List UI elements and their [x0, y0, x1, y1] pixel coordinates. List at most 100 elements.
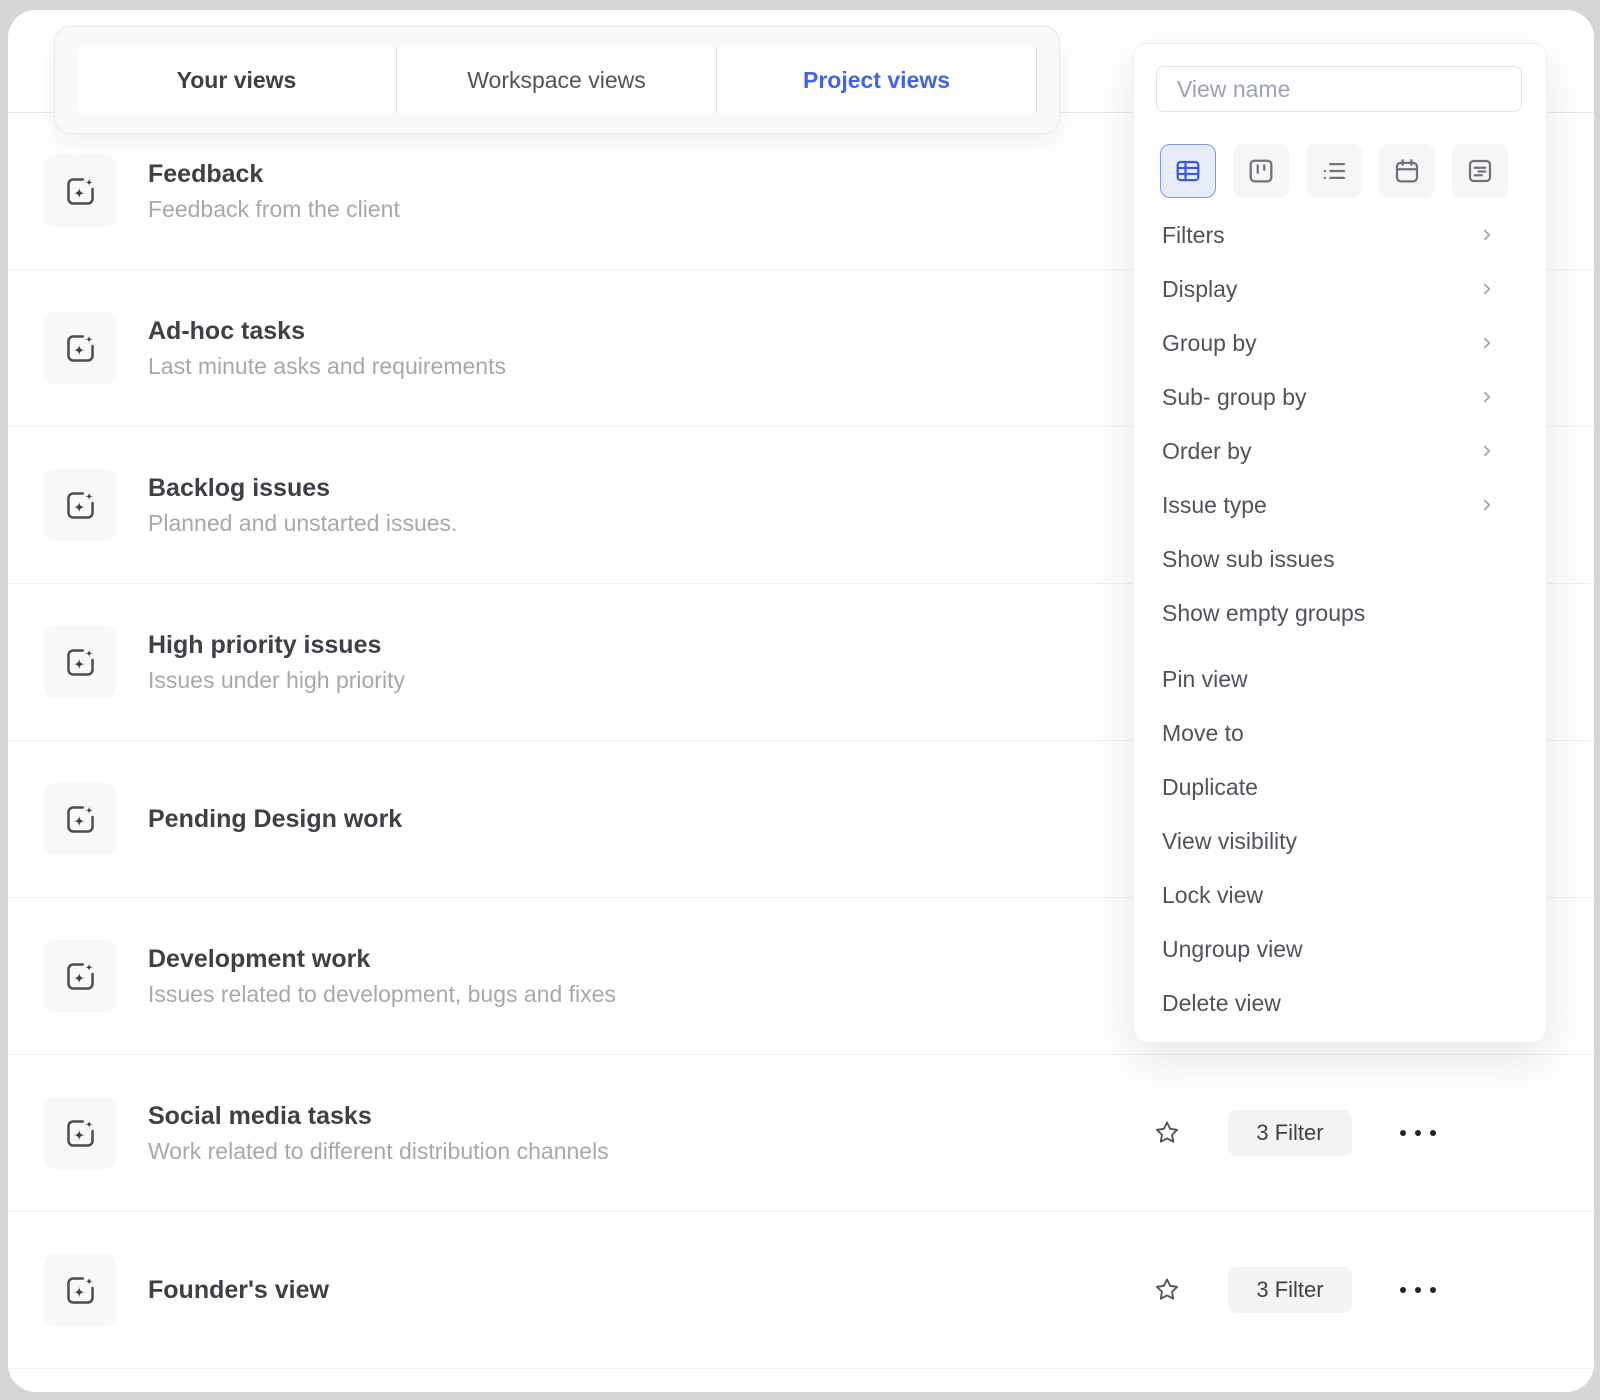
views-tab-bar: Your views Workspace views Project views [54, 26, 1060, 134]
views-page-card: Your views Workspace views Project views [8, 10, 1594, 1392]
chevron-right-icon [1478, 226, 1496, 244]
menu-item[interactable]: Duplicate [1134, 760, 1546, 814]
menu-item-label: Pin view [1162, 666, 1248, 693]
view-row-actions: 3 Filter [1152, 1212, 1438, 1368]
view-tile [44, 312, 116, 384]
view-tile [44, 155, 116, 227]
menu-item[interactable]: Delete view [1134, 976, 1546, 1030]
view-scope-tab[interactable]: Workspace views [397, 47, 717, 113]
menu-item-label: Delete view [1162, 990, 1281, 1017]
menu-item[interactable]: Issue type [1134, 478, 1546, 532]
menu-item-label: Ungroup view [1162, 936, 1303, 963]
view-title: Ad-hoc tasks [148, 317, 506, 346]
sparkle-view-icon [63, 331, 98, 366]
sparkle-view-icon [63, 1273, 98, 1308]
view-title: Feedback [148, 160, 400, 189]
view-text: High priority issues Issues under high p… [148, 631, 405, 693]
menu-item[interactable]: Display [1134, 262, 1546, 316]
menu-item[interactable]: Show sub issues [1134, 532, 1546, 586]
chevron-right-icon [1478, 442, 1496, 460]
view-description: Last minute asks and requirements [148, 353, 506, 379]
view-title: High priority issues [148, 631, 405, 660]
menu-item-label: Duplicate [1162, 774, 1258, 801]
filter-count-button[interactable]: 3 Filter [1228, 1110, 1351, 1156]
menu-item[interactable]: Lock view [1134, 868, 1546, 922]
filter-count-label: 3 Filter [1256, 1120, 1323, 1146]
menu-item[interactable]: Filters [1134, 208, 1546, 262]
menu-item-label: Display [1162, 276, 1237, 303]
menu-item-label: Lock view [1162, 882, 1263, 909]
view-description: Issues under high priority [148, 667, 405, 693]
view-list-item[interactable]: Founder's view 3 Filter [8, 1212, 1594, 1369]
favorite-star-icon[interactable] [1152, 1118, 1182, 1148]
menu-item-label: Issue type [1162, 492, 1267, 519]
view-text: Ad-hoc tasks Last minute asks and requir… [148, 317, 506, 379]
view-title: Pending Design work [148, 805, 402, 834]
filter-count-button[interactable]: 3 Filter [1228, 1267, 1351, 1313]
filter-count-label: 3 Filter [1256, 1277, 1323, 1303]
layout-list-button[interactable] [1306, 144, 1362, 198]
menu-divider [1134, 640, 1546, 652]
menu-item-label: Filters [1162, 222, 1225, 249]
menu-item[interactable]: Pin view [1134, 652, 1546, 706]
layout-calendar-button[interactable] [1379, 144, 1435, 198]
layout-kanban-button[interactable] [1233, 144, 1289, 198]
menu-item-label: Show sub issues [1162, 546, 1335, 573]
view-row-actions: 3 Filter [1152, 1055, 1438, 1211]
menu-group-settings: Filters Display Group by [1134, 208, 1546, 640]
sparkle-view-icon [63, 1116, 98, 1151]
chevron-right-icon [1478, 280, 1496, 298]
sparkle-view-icon [63, 959, 98, 994]
menu-item[interactable]: Order by [1134, 424, 1546, 478]
view-tile [44, 1254, 116, 1326]
view-tile [44, 469, 116, 541]
view-scope-tab[interactable]: Project views [717, 47, 1037, 113]
row-more-options-icon[interactable] [1398, 1281, 1438, 1299]
sparkle-view-icon [63, 645, 98, 680]
view-tile [44, 1097, 116, 1169]
view-description: Work related to different distribution c… [148, 1138, 609, 1164]
view-scope-tab[interactable]: Your views [77, 47, 397, 113]
menu-item[interactable]: Ungroup view [1134, 922, 1546, 976]
menu-item[interactable]: Move to [1134, 706, 1546, 760]
menu-item-label: View visibility [1162, 828, 1297, 855]
view-text: Backlog issues Planned and unstarted iss… [148, 474, 457, 536]
menu-item-label: Order by [1162, 438, 1251, 465]
menu-item-label: Show empty groups [1162, 600, 1365, 627]
menu-item[interactable]: View visibility [1134, 814, 1546, 868]
view-list-item[interactable]: Social media tasks Work related to diffe… [8, 1055, 1594, 1212]
row-more-options-icon[interactable] [1398, 1124, 1438, 1142]
view-description: Feedback from the client [148, 196, 400, 222]
list-footer [8, 1369, 1594, 1392]
view-tile [44, 783, 116, 855]
tab-label: Your views [177, 67, 297, 94]
layout-sheet-button[interactable] [1452, 144, 1508, 198]
view-text: Founder's view [148, 1276, 329, 1305]
layout-switcher [1134, 144, 1546, 198]
sparkle-view-icon [63, 488, 98, 523]
view-title: Social media tasks [148, 1102, 609, 1131]
view-text: Development work Issues related to devel… [148, 945, 616, 1007]
view-title: Backlog issues [148, 474, 457, 503]
chevron-right-icon [1478, 388, 1496, 406]
menu-item-label: Move to [1162, 720, 1244, 747]
layout-table-button[interactable] [1160, 144, 1216, 198]
menu-item-label: Sub- group by [1162, 384, 1306, 411]
chevron-right-icon [1478, 496, 1496, 514]
favorite-star-icon[interactable] [1152, 1275, 1182, 1305]
view-title: Development work [148, 945, 616, 974]
view-title: Founder's view [148, 1276, 329, 1305]
view-text: Pending Design work [148, 805, 402, 834]
menu-item[interactable]: Sub- group by [1134, 370, 1546, 424]
menu-item[interactable]: Group by [1134, 316, 1546, 370]
view-name-input[interactable] [1156, 66, 1522, 112]
view-tile [44, 626, 116, 698]
view-text: Social media tasks Work related to diffe… [148, 1102, 609, 1164]
menu-item-label: Group by [1162, 330, 1257, 357]
view-text: Feedback Feedback from the client [148, 160, 400, 222]
view-options-menu: Filters Display Group by [1134, 208, 1546, 1040]
chevron-right-icon [1478, 334, 1496, 352]
menu-item[interactable]: Show empty groups [1134, 586, 1546, 640]
tab-label: Project views [803, 67, 950, 94]
views-tab-group: Your views Workspace views Project views [77, 47, 1037, 113]
